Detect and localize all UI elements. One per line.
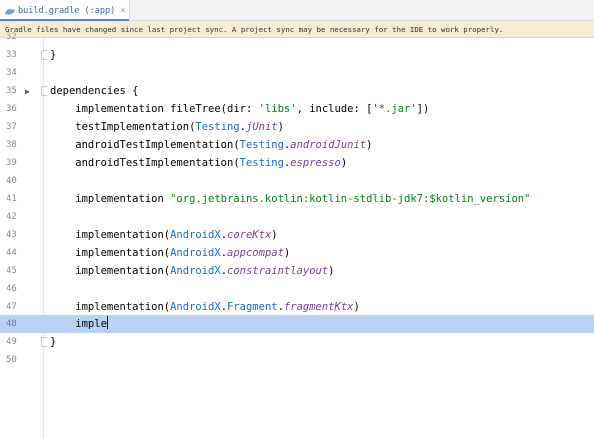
code-line[interactable]: 42 <box>0 208 594 226</box>
line-number: 36 <box>6 104 17 114</box>
line-number: 44 <box>6 248 17 258</box>
line-number: 42 <box>6 212 17 222</box>
current-code-line[interactable]: 48 imple <box>0 315 594 333</box>
line-number: 40 <box>6 176 17 186</box>
code-text: androidTestImplementation(Testing.espres… <box>50 157 348 169</box>
code-line[interactable]: 40 <box>0 172 594 190</box>
code-text: imple <box>50 316 108 330</box>
line-number: 34 <box>6 68 17 78</box>
code-text: } <box>50 49 57 61</box>
code-line[interactable]: 38 androidTestImplementation(Testing.and… <box>0 136 594 154</box>
brace-fold-marker[interactable] <box>41 86 47 96</box>
code-line[interactable]: 46 <box>0 280 594 298</box>
line-number: 50 <box>6 355 17 365</box>
code-text: implementation "org.jetbrains.kotlin:kot… <box>50 193 531 205</box>
code-line[interactable]: 34 <box>0 64 594 82</box>
banner-text: Gradle files have changed since last pro… <box>5 25 504 34</box>
code-line[interactable]: 47 implementation(AndroidX.Fragment.frag… <box>0 298 594 316</box>
code-line[interactable]: 36 implementation fileTree(dir: 'libs', … <box>0 100 594 118</box>
code-editor[interactable]: 32 33 } 34 35 ▶ dependencies { 36 implem… <box>0 32 594 438</box>
line-number: 48 <box>6 319 17 329</box>
line-number: 33 <box>6 50 17 60</box>
line-number: 32 <box>6 32 17 42</box>
line-number: 37 <box>6 122 17 132</box>
code-text: dependencies { <box>50 85 139 97</box>
code-line[interactable]: 45 implementation(AndroidX.constraintlay… <box>0 262 594 280</box>
code-line[interactable]: 43 implementation(AndroidX.coreKtx) <box>0 226 594 244</box>
close-tab-icon[interactable]: × <box>120 6 125 16</box>
code-text: testImplementation(Testing.jUnit) <box>50 121 284 133</box>
code-line[interactable]: 33 } <box>0 46 594 64</box>
code-line[interactable]: 50 <box>0 351 594 369</box>
tab-build-gradle[interactable]: build.gradle (:app) × <box>0 0 130 22</box>
code-text: implementation(AndroidX.appcompat) <box>50 247 291 259</box>
code-line[interactable]: 39 androidTestImplementation(Testing.esp… <box>0 154 594 172</box>
editor-tab-bar: build.gradle (:app) × <box>0 0 594 22</box>
code-text: androidTestImplementation(Testing.androi… <box>50 139 373 151</box>
code-line[interactable]: 44 implementation(AndroidX.appcompat) <box>0 244 594 262</box>
gradle-sync-banner: Gradle files have changed since last pro… <box>0 21 594 38</box>
line-number: 39 <box>6 158 17 168</box>
line-number: 49 <box>6 337 17 347</box>
code-line[interactable]: 49 } <box>0 333 594 351</box>
line-number: 47 <box>6 302 17 312</box>
line-number: 38 <box>6 140 17 150</box>
code-line[interactable]: 41 implementation "org.jetbrains.kotlin:… <box>0 190 594 208</box>
code-text: implementation(AndroidX.Fragment.fragmen… <box>50 301 360 313</box>
line-number: 45 <box>6 266 17 276</box>
text-caret <box>106 316 108 329</box>
tab-label: build.gradle (:app) <box>18 5 116 16</box>
line-number: 46 <box>6 284 17 294</box>
code-text: implementation(AndroidX.constraintlayout… <box>50 265 335 277</box>
brace-fold-marker[interactable] <box>41 337 47 347</box>
run-gutter-icon[interactable]: ▶ <box>25 87 30 96</box>
code-text: } <box>50 336 57 348</box>
line-number: 43 <box>6 230 17 240</box>
code-line[interactable]: 35 ▶ dependencies { <box>0 82 594 100</box>
line-number: 41 <box>6 194 17 204</box>
code-line[interactable]: 37 testImplementation(Testing.jUnit) <box>0 118 594 136</box>
brace-fold-marker[interactable] <box>41 50 47 60</box>
code-text: implementation fileTree(dir: 'libs', inc… <box>50 103 430 115</box>
code-text: implementation(AndroidX.coreKtx) <box>50 229 278 241</box>
gradle-icon <box>5 8 15 15</box>
